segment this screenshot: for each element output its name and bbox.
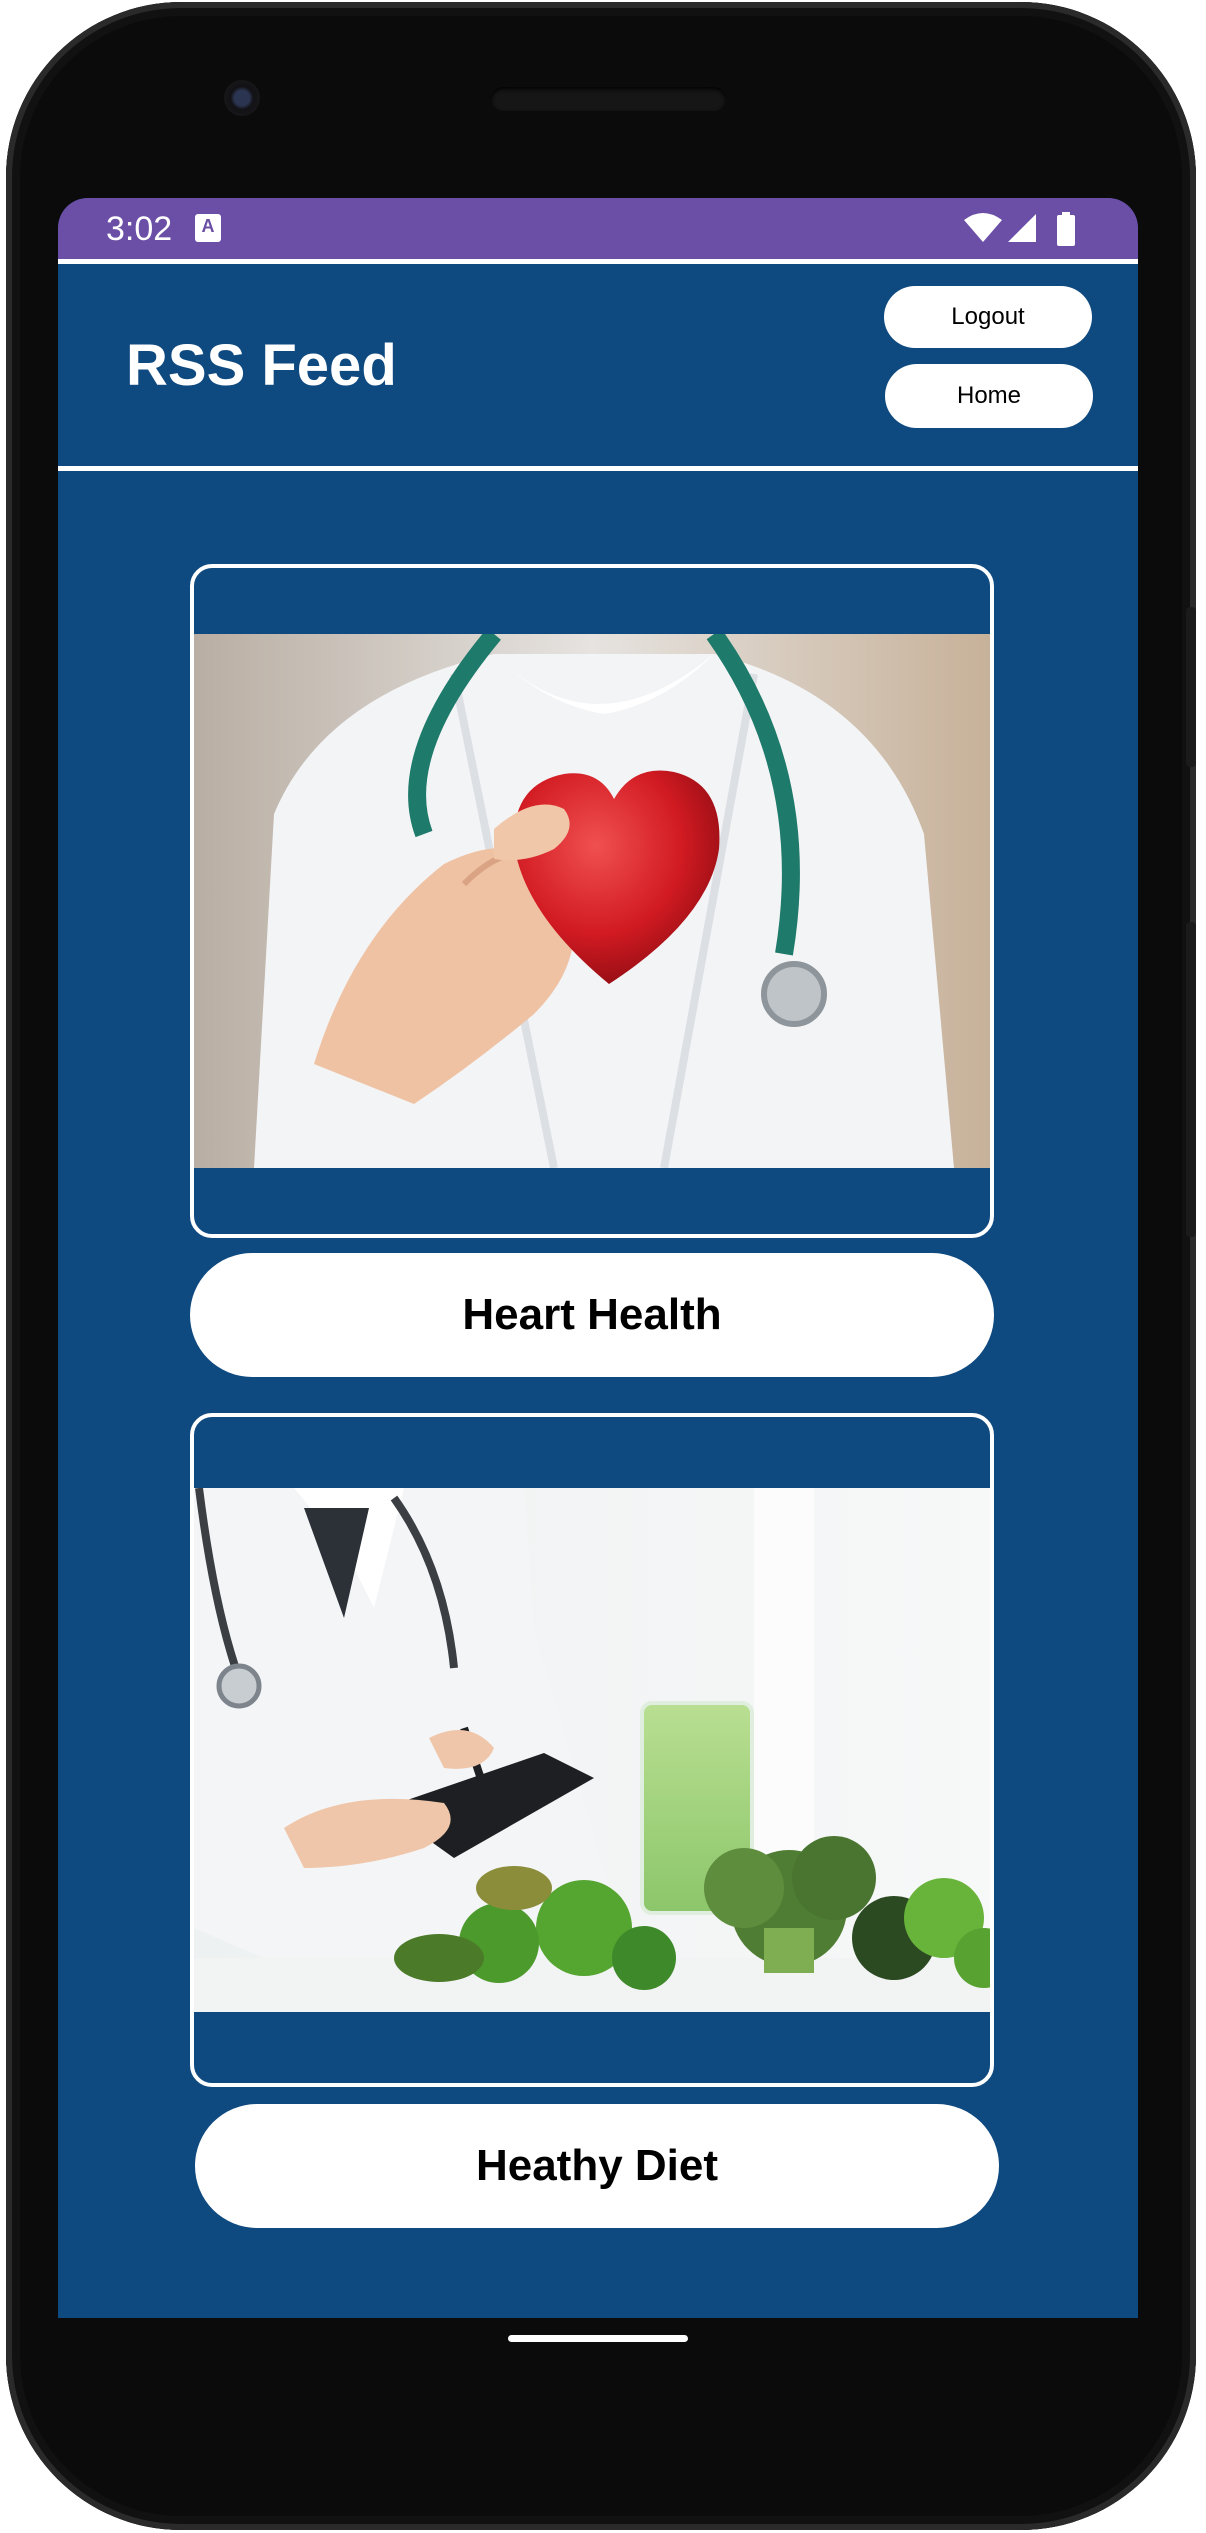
home-indicator[interactable]: [508, 2335, 688, 2342]
home-button[interactable]: Home: [885, 364, 1093, 428]
feed-item-healthy-diet-button[interactable]: Heathy Diet: [195, 2104, 999, 2228]
volume-button: [1186, 922, 1196, 1237]
app-screen: 3:02 A RSS Feed Logout Home Heart Health…: [58, 198, 1138, 2318]
doctor-with-vegetables-image: [194, 1488, 990, 2012]
wifi-icon: [964, 213, 1002, 242]
feed-item-heart-health-button[interactable]: Heart Health: [190, 1253, 994, 1377]
page-title: RSS Feed: [126, 333, 397, 398]
app-header: RSS Feed Logout Home: [58, 264, 1138, 466]
front-camera: [224, 80, 260, 116]
logout-button[interactable]: Logout: [884, 286, 1092, 348]
status-time: 3:02: [106, 210, 173, 248]
power-button: [1186, 607, 1196, 767]
feed-card-heart-health[interactable]: [190, 564, 994, 1238]
battery-icon: [1057, 212, 1075, 246]
doctor-holding-heart-image: [194, 634, 990, 1168]
keyboard-notification-icon: A: [195, 214, 221, 242]
header-divider: [58, 466, 1138, 471]
earpiece-speaker: [491, 87, 726, 111]
status-bar: 3:02 A: [58, 198, 1138, 259]
feed-card-healthy-diet[interactable]: [190, 1413, 994, 2087]
cell-signal-icon: [1008, 214, 1036, 242]
